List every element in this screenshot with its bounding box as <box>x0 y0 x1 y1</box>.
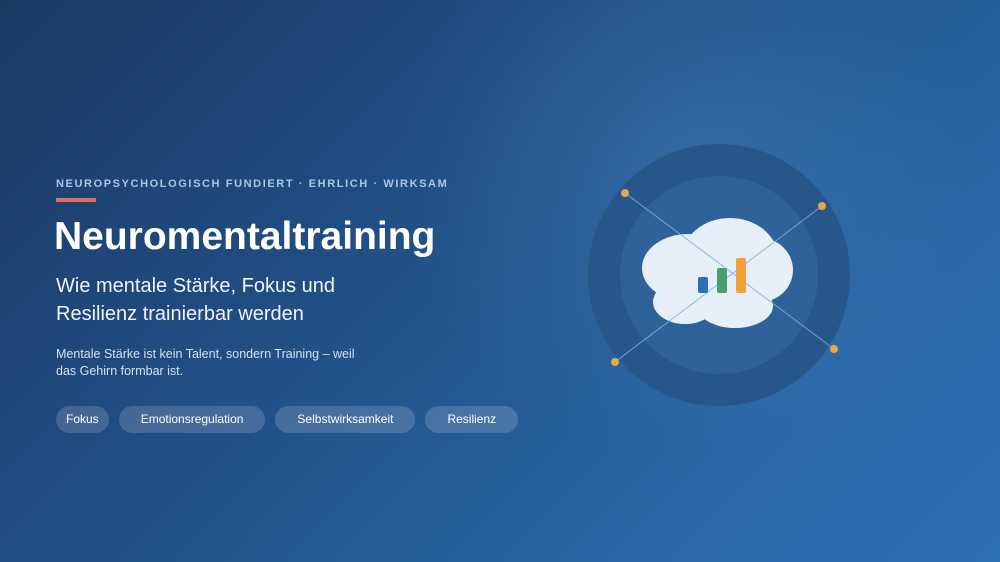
eyebrow-tagline: NEUROPSYCHOLOGISCH FUNDIERT · EHRLICH · … <box>56 178 449 190</box>
subtitle: Wie mentale Stärke, Fokus und Resilienz … <box>56 275 336 325</box>
bar-orange <box>736 258 746 293</box>
bar-green <box>717 268 727 293</box>
node-dot <box>818 202 826 210</box>
description: Mentale Stärke ist kein Talent, sondern … <box>56 347 355 378</box>
tag-emotionsregulation: Emotionsregulation <box>118 406 266 433</box>
brain-growth-illustration <box>588 144 850 406</box>
tag-fokus: Fokus <box>56 406 109 433</box>
tag-selbstwirksamkeit: Selbstwirksamkeit <box>275 406 416 433</box>
tag-list: Fokus Emotionsregulation Selbstwirksamke… <box>56 406 519 433</box>
page-title: Neuromentaltraining <box>54 215 436 258</box>
bar-blue <box>698 277 708 293</box>
node-dot <box>621 189 629 197</box>
node-dot <box>830 345 838 353</box>
tag-resilienz: Resilienz <box>425 406 519 433</box>
node-dot <box>611 358 619 366</box>
accent-line <box>56 198 96 202</box>
hero-text-section: NEUROPSYCHOLOGISCH FUNDIERT · EHRLICH · … <box>0 0 540 562</box>
